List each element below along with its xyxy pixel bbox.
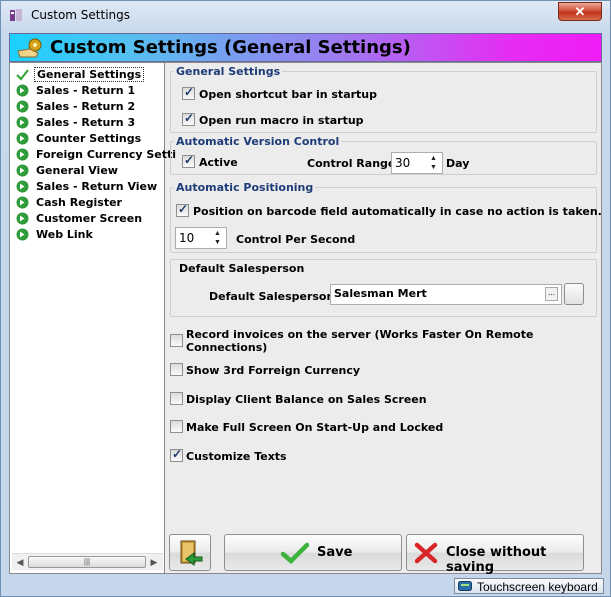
record-invoices-label-line1: Record invoices on the server (Works Fas… — [186, 328, 534, 341]
green-arrow-icon — [16, 116, 29, 129]
spin-down-icon[interactable]: ▼ — [210, 238, 225, 247]
settings-window: Custom Settings ✕ Custom Settings (Gener… — [0, 0, 611, 597]
red-x-icon — [414, 542, 438, 564]
control-range-label: Control Range — [307, 157, 396, 170]
show-3rd-currency-label: Show 3rd Forreign Currency — [186, 364, 361, 377]
general-settings-title: General Settings — [174, 65, 283, 78]
checkmark-icon — [281, 542, 309, 564]
salesperson-value: Salesman Mert — [334, 287, 427, 300]
close-without-saving-label: Close without saving — [446, 545, 547, 575]
open-shortcut-bar-checkbox[interactable] — [182, 85, 195, 100]
barcode-position-label: Position on barcode field automatically … — [193, 205, 602, 218]
nav-item-label: Sales - Return 1 — [36, 84, 136, 97]
keyboard-icon — [458, 581, 472, 591]
per-second-label: Control Per Second — [236, 233, 356, 246]
full-screen-label: Make Full Screen On Start-Up and Locked — [186, 421, 444, 434]
spin-down-icon[interactable]: ▼ — [426, 163, 441, 172]
spinner-arrows[interactable]: ▲ ▼ — [426, 154, 441, 172]
window-title: Custom Settings — [31, 8, 131, 22]
record-invoices-checkbox[interactable] — [170, 334, 183, 347]
barcode-position-checkbox[interactable] — [176, 202, 189, 217]
nav-item-label: Sales - Return 3 — [36, 116, 136, 129]
exit-door-button[interactable] — [169, 534, 211, 571]
save-button[interactable]: Save — [224, 534, 402, 571]
spin-up-icon[interactable]: ▲ — [210, 229, 225, 238]
spin-up-icon[interactable]: ▲ — [426, 154, 441, 163]
salesperson-title: Default Salesperson — [177, 262, 307, 275]
save-label: Save — [317, 545, 353, 560]
salesperson-extra-button[interactable] — [564, 283, 584, 305]
version-active-checkbox[interactable] — [182, 153, 195, 168]
nav-item-label: General Settings — [34, 67, 145, 82]
full-screen-checkbox[interactable] — [170, 420, 183, 433]
window-close-button[interactable]: ✕ — [558, 2, 602, 21]
customize-texts-checkbox[interactable] — [170, 447, 183, 462]
nav-item-label: Sales - Return View — [36, 180, 158, 193]
show-3rd-currency-checkbox[interactable] — [170, 363, 183, 376]
display-client-balance-checkbox[interactable] — [170, 392, 183, 405]
version-active-label: Active — [199, 156, 238, 169]
salesperson-label: Default Salesperson — [209, 290, 335, 303]
control-range-unit: Day — [446, 157, 470, 170]
status-bar: Touchscreen keyboard — [1, 575, 610, 597]
content-area: General Settings Sales - Return 1 Sales … — [9, 62, 602, 575]
green-arrow-icon — [16, 132, 29, 145]
record-invoices-label-line2: Connections) — [186, 341, 268, 354]
touchscreen-keyboard-label: Touchscreen keyboard — [477, 580, 598, 594]
per-second-spinner[interactable]: 10 ▲ ▼ — [175, 227, 227, 249]
checkmark-icon — [16, 69, 29, 81]
green-arrow-icon — [16, 148, 29, 161]
page-title: Custom Settings (General Settings) — [50, 37, 411, 58]
nav-item-label: Customer Screen — [36, 212, 143, 225]
nav-item-label: Sales - Return 2 — [36, 100, 136, 113]
settings-nav: General Settings Sales - Return 1 Sales … — [10, 63, 176, 573]
scroll-left-arrow-icon[interactable]: ◀ — [14, 556, 26, 568]
browse-dots-button[interactable]: ... — [545, 287, 558, 301]
app-icon — [10, 9, 22, 21]
version-control-title: Automatic Version Control — [174, 135, 342, 148]
nav-item-label: Cash Register — [36, 196, 122, 209]
nav-horizontal-scrollbar[interactable]: ◀ ||| ▶ — [12, 553, 163, 570]
positioning-group — [170, 187, 597, 253]
salesperson-field[interactable]: Salesman Mert ... — [330, 284, 562, 305]
green-arrow-icon — [16, 100, 29, 113]
control-range-value: 30 — [395, 156, 411, 170]
green-arrow-icon — [16, 228, 29, 241]
display-client-balance-label: Display Client Balance on Sales Screen — [186, 393, 427, 406]
green-arrow-icon — [16, 180, 29, 193]
customize-texts-label: Customize Texts — [186, 450, 287, 463]
settings-gear-hand-icon — [17, 38, 42, 58]
scroll-right-arrow-icon[interactable]: ▶ — [148, 556, 160, 568]
close-without-saving-button[interactable]: Close without saving — [406, 534, 584, 575]
nav-item-label: General View — [36, 164, 118, 177]
page-header: Custom Settings (General Settings) — [9, 33, 602, 62]
green-arrow-icon — [16, 84, 29, 97]
title-bar: Custom Settings ✕ — [1, 1, 610, 31]
open-run-macro-label: Open run macro in startup — [199, 114, 364, 127]
green-arrow-icon — [16, 212, 29, 225]
per-second-value: 10 — [179, 231, 195, 245]
touchscreen-keyboard-button[interactable]: Touchscreen keyboard — [454, 578, 604, 594]
open-shortcut-bar-label: Open shortcut bar in startup — [199, 88, 378, 101]
nav-item-label: Foreign Currency Setti — [36, 148, 177, 161]
control-range-spinner[interactable]: 30 ▲ ▼ — [391, 152, 443, 174]
exit-door-icon — [180, 540, 203, 566]
scroll-thumb[interactable]: ||| — [28, 556, 146, 568]
spinner-arrows[interactable]: ▲ ▼ — [210, 229, 225, 247]
nav-item-label: Web Link — [36, 228, 93, 241]
settings-panel: General Settings Open shortcut bar in st… — [166, 63, 602, 575]
positioning-title: Automatic Positioning — [174, 181, 316, 194]
green-arrow-icon — [16, 164, 29, 177]
open-run-macro-checkbox[interactable] — [182, 111, 195, 126]
green-arrow-icon — [16, 196, 29, 209]
nav-item-label: Counter Settings — [36, 132, 142, 145]
